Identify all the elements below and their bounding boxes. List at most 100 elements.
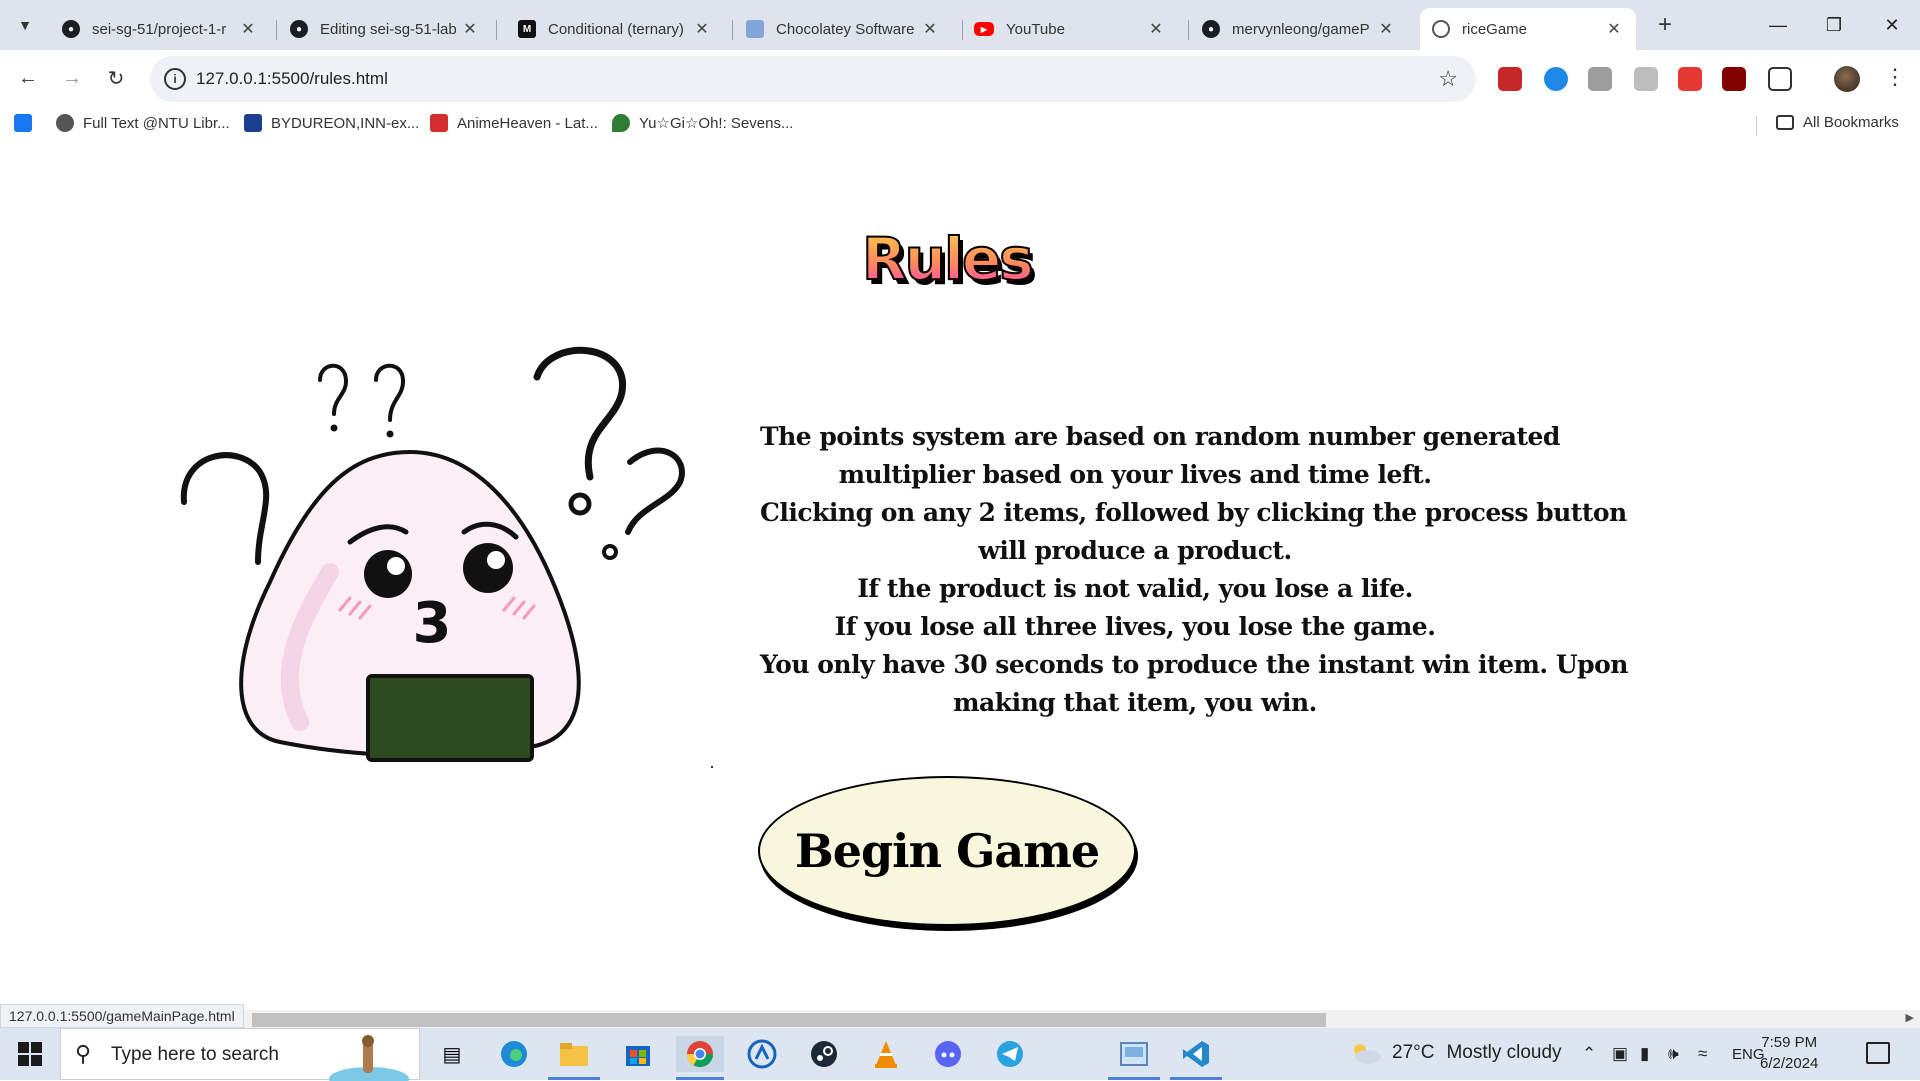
bookmark-label: Yu☆Gi☆Oh!: Sevens... (639, 115, 794, 132)
app-icon[interactable] (744, 1036, 780, 1072)
steam-icon[interactable] (806, 1036, 842, 1072)
close-icon[interactable]: ✕ (1604, 19, 1624, 39)
eu-flag-icon (244, 114, 262, 132)
bookmark-label: AnimeHeaven - Lat... (457, 114, 598, 132)
ublock-icon[interactable] (1722, 67, 1746, 91)
clock-date: 6/2/2024 (1760, 1055, 1819, 1072)
notifications-icon[interactable] (1866, 1042, 1890, 1064)
taskbar-clock[interactable]: 7:59 PM 6/2/2024 (1760, 1032, 1818, 1074)
close-icon[interactable]: ✕ (1376, 19, 1396, 39)
battery-icon[interactable]: ▮ (1640, 1044, 1649, 1064)
github-icon: ● (290, 20, 308, 38)
search-icon: ⚲ (75, 1041, 92, 1066)
bookmark-ntu-library[interactable]: Full Text @NTU Libr... (56, 114, 230, 132)
tab-project-1[interactable]: ● sei-sg-51/project-1-r ✕ (50, 8, 270, 50)
close-icon[interactable]: ✕ (920, 19, 940, 39)
new-tab-button[interactable]: + (1650, 10, 1680, 40)
page-content: Rules Rules 3 (0, 142, 1920, 1010)
site-info-icon[interactable]: i (164, 68, 186, 90)
extension-grey-icon[interactable] (1588, 67, 1612, 91)
vlc-icon[interactable] (868, 1036, 904, 1072)
reload-icon: ↻ (107, 67, 125, 90)
bookmark-bydureon[interactable]: BYDUREON,INN-ex... (244, 114, 419, 132)
tab-divider (496, 20, 497, 40)
puzzle-extensions-icon[interactable] (1768, 67, 1792, 91)
meet-now-icon[interactable]: ▣ (1612, 1044, 1628, 1064)
tab-chocolatey[interactable]: Chocolatey Software ✕ (734, 8, 952, 50)
scroll-right-icon[interactable]: ▶ (1906, 1011, 1914, 1024)
tab-divider (1188, 20, 1189, 40)
discord-icon[interactable] (930, 1036, 966, 1072)
tab-conditional-ternary[interactable]: M Conditional (ternary) ✕ (506, 8, 724, 50)
rules-line: multiplier based on your lives and time … (838, 460, 1432, 489)
bookmark-yugioh[interactable]: Yu☆Gi☆Oh!: Sevens... (612, 114, 793, 132)
wifi-icon[interactable]: ≈ (1698, 1044, 1707, 1064)
url-text[interactable]: 127.0.0.1:5500/rules.html (196, 69, 388, 89)
restore-icon: ❐ (1825, 14, 1843, 35)
bookmark-star-icon[interactable]: ☆ (1438, 66, 1458, 92)
horizontal-scrollbar[interactable]: ▶ (0, 1010, 1920, 1028)
facebook-icon (14, 114, 32, 132)
cloud-extension-icon[interactable] (1544, 67, 1568, 91)
windows-taskbar: ⚲ Type here to search ▤ 27°C Mostly clou… (0, 1028, 1920, 1081)
chrome-icon[interactable] (676, 1036, 724, 1080)
yugioh-icon (612, 114, 630, 132)
tab-mervynleong-game[interactable]: ● mervynleong/gameP ✕ (1190, 8, 1408, 50)
address-bar[interactable]: i 127.0.0.1:5500/rules.html ☆ (150, 56, 1476, 102)
extension-pocket-icon[interactable] (1678, 67, 1702, 91)
tab-divider (276, 20, 277, 40)
bookmark-animeheaven[interactable]: AnimeHeaven - Lat... (430, 114, 598, 132)
arrow-left-icon: ← (18, 66, 38, 89)
extension-light-icon[interactable] (1634, 67, 1658, 91)
tab-strip: ▼ ● sei-sg-51/project-1-r ✕ ● Editing se… (0, 0, 1920, 50)
forward-button[interactable]: → (56, 62, 88, 94)
begin-game-button[interactable]: Begin Game (758, 776, 1136, 926)
back-button[interactable]: ← (12, 62, 44, 94)
edge-icon[interactable] (496, 1036, 532, 1072)
close-icon[interactable]: ✕ (238, 19, 258, 39)
vscode-icon[interactable] (1170, 1036, 1222, 1080)
close-icon[interactable]: ✕ (692, 19, 712, 39)
globe-icon (1432, 20, 1450, 38)
more-menu-icon[interactable]: ⋮ (1884, 64, 1906, 90)
telegram-icon[interactable] (992, 1036, 1028, 1072)
nori-seaweed (366, 674, 534, 762)
show-hidden-icons-icon[interactable]: ⌃ (1582, 1044, 1596, 1064)
image-viewer-icon[interactable] (1108, 1036, 1160, 1080)
rules-line: Clicking on any 2 items, followed by cli… (760, 498, 1627, 527)
close-icon[interactable]: ✕ (1146, 19, 1166, 39)
file-explorer-icon[interactable] (548, 1036, 600, 1080)
partly-cloudy-icon (1354, 1044, 1381, 1064)
tab-title: Conditional (ternary) (548, 20, 684, 38)
tab-search-button[interactable]: ▼ (10, 10, 40, 40)
search-placeholder: Type here to search (111, 1044, 279, 1065)
close-window-button[interactable]: ✕ (1864, 0, 1920, 50)
rules-line: The points system are based on random nu… (760, 422, 1560, 451)
tab-ricegame[interactable]: riceGame ✕ (1420, 8, 1636, 50)
store-icon[interactable] (620, 1036, 656, 1072)
scrollbar-thumb[interactable] (252, 1013, 1326, 1027)
windows-start-icon[interactable] (18, 1042, 42, 1066)
bookmark-facebook[interactable] (14, 114, 41, 132)
weather-description: Mostly cloudy (1446, 1042, 1562, 1063)
tab-youtube[interactable]: ▶ YouTube ✕ (962, 8, 1178, 50)
reload-button[interactable]: ↻ (100, 62, 132, 94)
weather-widget[interactable]: 27°C Mostly cloudy (1350, 1042, 1562, 1064)
minimize-button[interactable]: — (1750, 0, 1806, 50)
all-bookmarks-button[interactable]: All Bookmarks (1776, 114, 1899, 131)
close-icon[interactable]: ✕ (460, 19, 480, 39)
browser-toolbar: ← → ↻ i 127.0.0.1:5500/rules.html ☆ ⋮ (0, 50, 1920, 108)
tab-editing-lab[interactable]: ● Editing sei-sg-51-lab ✕ (278, 8, 492, 50)
restore-button[interactable]: ❐ (1806, 0, 1862, 50)
volume-icon[interactable]: 🕪 (1668, 1044, 1679, 1064)
rules-line: You only have 30 seconds to produce the … (760, 650, 1628, 679)
search-highlight-icon (329, 1035, 409, 1081)
github-icon: ● (62, 20, 80, 38)
profile-avatar[interactable] (1834, 66, 1860, 92)
task-view-icon[interactable]: ▤ (434, 1036, 470, 1072)
extension-red-icon[interactable] (1498, 67, 1522, 91)
library-icon (56, 114, 74, 132)
page-title: Rules (861, 224, 1035, 294)
link-status-bubble: 127.0.0.1:5500/gameMainPage.html (0, 1004, 244, 1028)
taskbar-search-box[interactable]: ⚲ Type here to search (60, 1028, 420, 1081)
